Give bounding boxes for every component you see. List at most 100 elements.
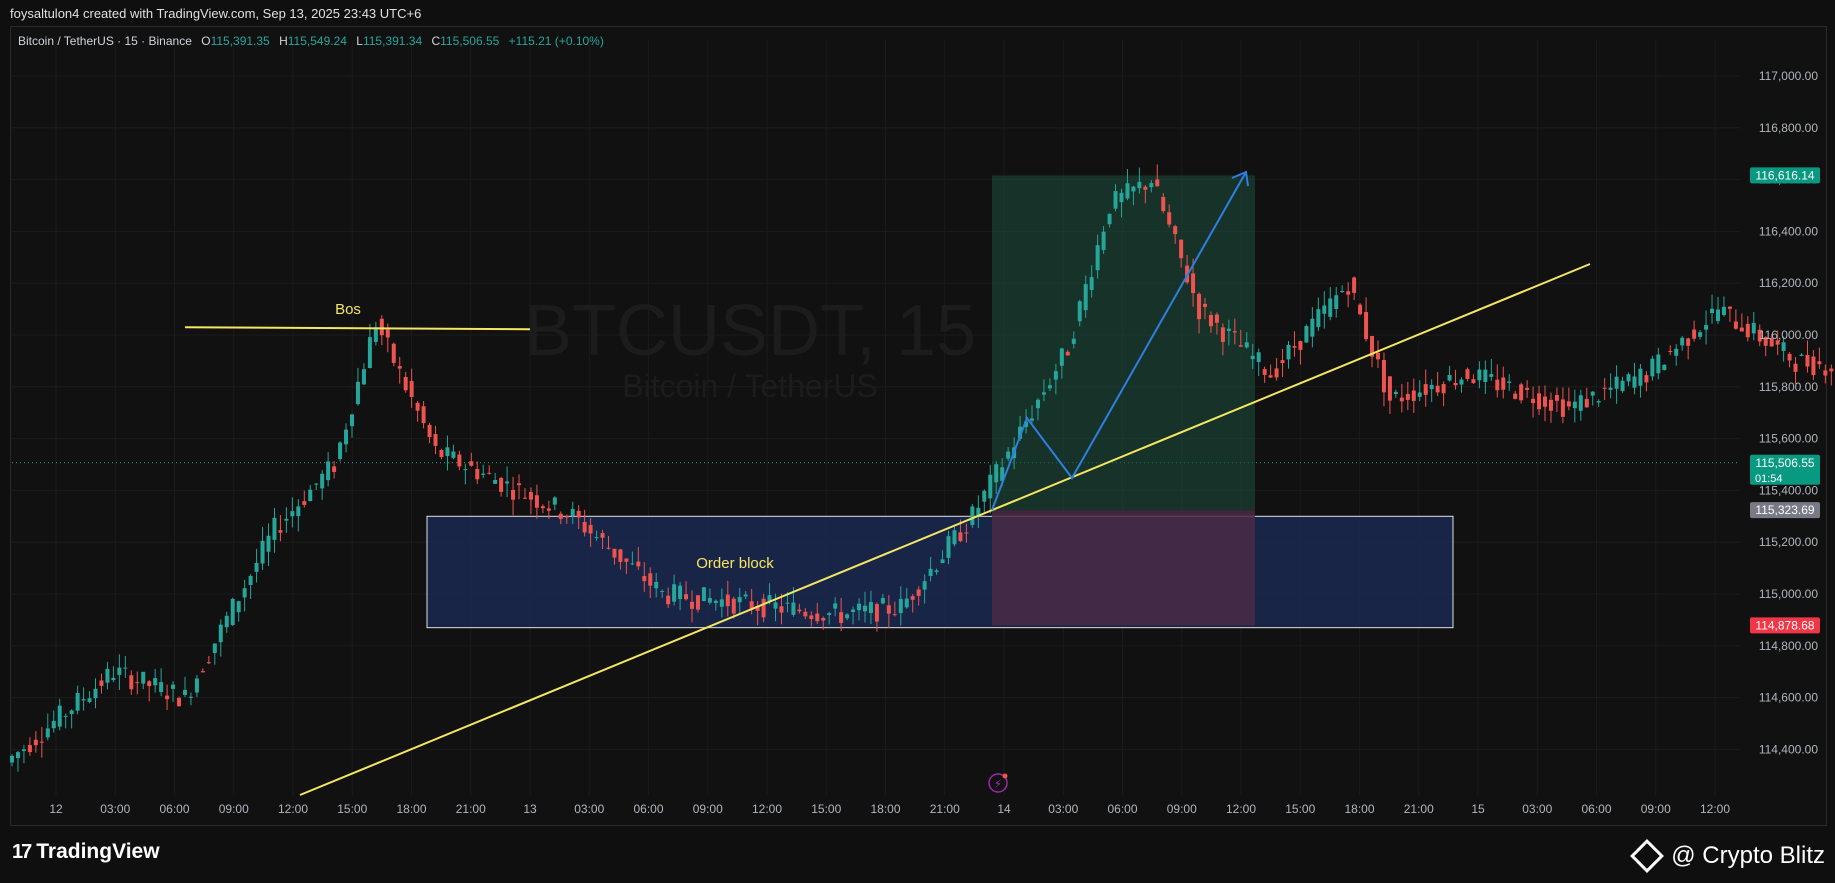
candle-body — [731, 598, 736, 614]
candle-body — [678, 585, 683, 600]
candle-body — [791, 602, 796, 615]
candle-body — [355, 381, 360, 405]
candle-body — [797, 609, 802, 612]
candle-body — [493, 480, 498, 484]
binance-diamond-icon — [1630, 839, 1665, 873]
candle-body — [570, 508, 575, 517]
candle-body — [1417, 392, 1422, 397]
stop-zone — [992, 510, 1255, 626]
replay-icon[interactable]: ⚡ — [988, 773, 1008, 793]
candle-body — [1346, 291, 1351, 295]
candle-body — [445, 447, 450, 457]
candle-body — [892, 614, 897, 616]
candle-body — [880, 598, 885, 604]
candle-body — [558, 513, 563, 519]
candle-body — [874, 604, 879, 622]
candle-body — [1298, 341, 1303, 350]
time-tick-label: 06:00 — [633, 802, 663, 816]
candle-body — [1393, 391, 1398, 395]
time-tick-label: 15:00 — [1285, 802, 1315, 816]
candle-body — [1441, 384, 1446, 394]
tradingview-logo[interactable]: 17 TradingView — [12, 840, 160, 864]
time-tick-label: 03:00 — [100, 802, 130, 816]
candle-body — [1590, 391, 1595, 396]
time-tick-label: 09:00 — [693, 802, 723, 816]
candle-body — [433, 434, 438, 446]
low-value: 115,391.34 — [362, 34, 423, 48]
price-tick-label: 116,200.00 — [1759, 276, 1818, 290]
price-tick-label: 115,800.00 — [1759, 380, 1818, 394]
candle-body — [1745, 323, 1750, 338]
candle-body — [1411, 390, 1416, 401]
price-tag-label: 114,878.68 — [1755, 618, 1814, 632]
svg-text:⚡: ⚡ — [994, 777, 1002, 791]
candle-body — [15, 752, 20, 759]
candle-body — [1053, 371, 1058, 380]
candle-body — [672, 584, 677, 602]
order-block-label: Order block — [696, 555, 774, 572]
candle-body — [105, 668, 110, 683]
candle-body — [1429, 384, 1434, 390]
price-tick-label: 114,800.00 — [1759, 639, 1818, 653]
candle-body — [648, 573, 653, 586]
candle-body — [1405, 393, 1410, 400]
candle-body — [165, 695, 170, 700]
candle-body — [1083, 284, 1088, 311]
candle-body — [1238, 345, 1243, 347]
watermark-ticker: BTCUSDT, 15 — [524, 291, 976, 371]
candle-body — [1519, 384, 1524, 401]
price-tag-label: 115,506.55 — [1755, 456, 1814, 470]
candle-body — [624, 558, 629, 562]
candle-body — [1137, 181, 1142, 189]
candle-body — [1256, 352, 1261, 363]
candle-body — [1214, 314, 1219, 323]
price-tick-label: 115,400.00 — [1759, 483, 1818, 497]
candle-body — [857, 603, 862, 611]
candle-body — [1471, 379, 1476, 384]
symbol-label[interactable]: Bitcoin / TetherUS · 15 · Binance — [18, 34, 192, 48]
candle-body — [1733, 321, 1738, 329]
time-tick-label: 06:00 — [159, 802, 189, 816]
candle-body — [1751, 322, 1756, 334]
price-chart[interactable]: BTCUSDT, 15 Bitcoin / TetherUS Bos Order … — [0, 0, 1835, 883]
time-tick-label: 03:00 — [1522, 802, 1552, 816]
time-tick-label: 12:00 — [278, 802, 308, 816]
candle-body — [1799, 354, 1804, 356]
candle-body — [1030, 418, 1035, 421]
candle-body — [1208, 315, 1213, 327]
candle-body — [1566, 401, 1571, 407]
candle-body — [1381, 359, 1386, 393]
candle-body — [660, 590, 665, 592]
candle-body — [695, 595, 700, 610]
candle-body — [1352, 277, 1357, 293]
candle-body — [761, 598, 766, 618]
candle-body — [1375, 352, 1380, 360]
candle-body — [666, 595, 671, 605]
candle-body — [1071, 338, 1076, 344]
candle-body — [296, 506, 301, 517]
candle-body — [1602, 387, 1607, 389]
candle-body — [39, 741, 44, 743]
candle-body — [1316, 309, 1321, 328]
candle-body — [236, 601, 241, 613]
candle-body — [1805, 354, 1810, 367]
price-tick-label: 117,000.00 — [1759, 69, 1818, 83]
candle-body — [534, 495, 539, 508]
candle-body — [224, 615, 229, 628]
candle-body — [1459, 379, 1464, 385]
price-tick-label: 115,000.00 — [1759, 587, 1818, 601]
candle-body — [1811, 356, 1816, 376]
candle-body — [833, 603, 838, 609]
candle-body — [290, 511, 295, 517]
candle-body — [1328, 298, 1333, 317]
candle-body — [588, 525, 593, 534]
candle-body — [1065, 351, 1070, 356]
price-tick-label: 116,800.00 — [1759, 121, 1818, 135]
candle-body — [194, 678, 199, 693]
candle-body — [779, 606, 784, 613]
bos-label: Bos — [335, 301, 361, 318]
candle-body — [188, 696, 193, 698]
candle-body — [1572, 401, 1577, 409]
candle-body — [1584, 398, 1589, 408]
candle-body — [517, 483, 522, 486]
